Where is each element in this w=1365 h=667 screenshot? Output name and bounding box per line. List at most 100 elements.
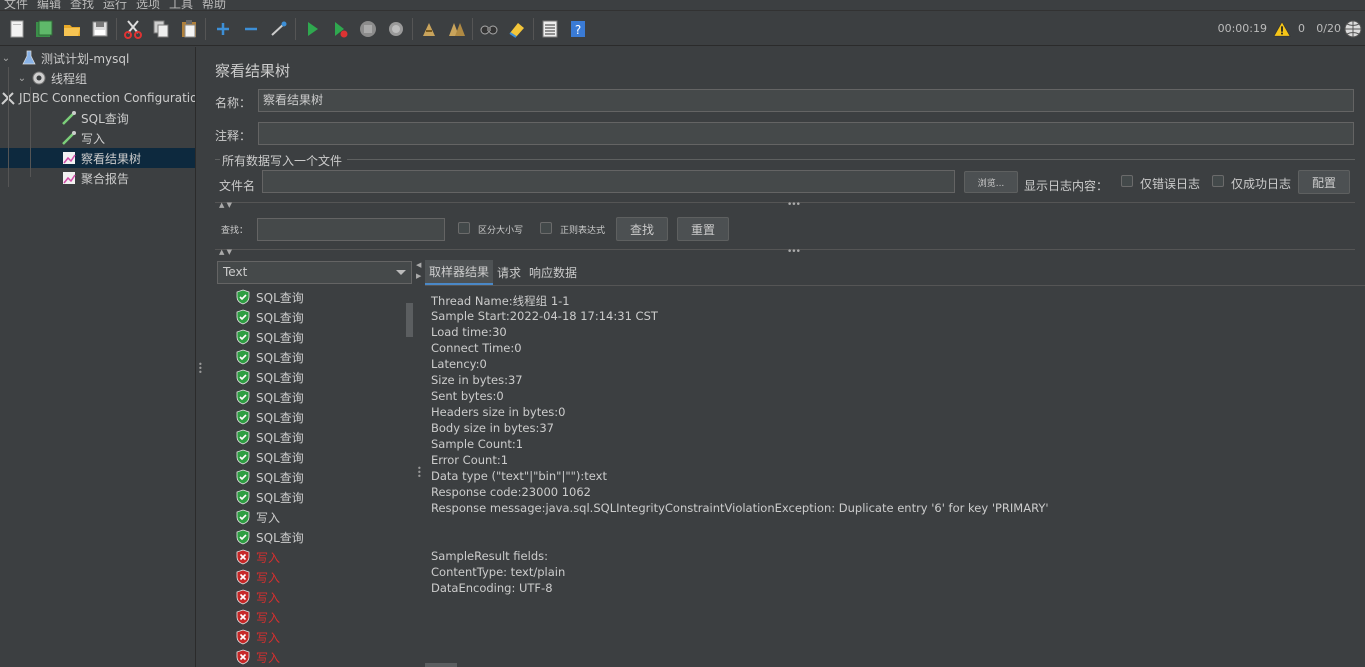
tab-request[interactable]: 请求 <box>493 260 525 285</box>
new-icon[interactable] <box>6 18 28 40</box>
result-item[interactable]: SQL查询 <box>235 387 304 407</box>
result-item-label: 写入 <box>256 570 281 585</box>
result-item[interactable]: SQL查询 <box>235 287 304 307</box>
result-item[interactable]: SQL查询 <box>235 347 304 367</box>
result-item[interactable]: SQL查询 <box>235 407 304 427</box>
case-sensitive-label: 区分大小写 <box>478 226 524 236</box>
reset-button[interactable]: 重置 <box>677 217 729 241</box>
result-item[interactable]: 写入 <box>235 647 280 667</box>
search-icon[interactable] <box>478 18 500 40</box>
chevron-down-icon[interactable]: ⌄ <box>16 73 28 84</box>
browse-button[interactable]: 浏览... <box>964 171 1018 193</box>
menu-edit[interactable]: 编辑 <box>37 0 61 10</box>
result-item[interactable]: 写入 <box>235 567 280 587</box>
copy-icon[interactable] <box>150 18 172 40</box>
start-icon[interactable] <box>301 18 323 40</box>
menu-tools[interactable]: 工具 <box>169 0 193 10</box>
test-plan-tree: ⌄ 测试计划-mysql ⌄ 线程组 JDBC Connection Confi… <box>0 47 196 667</box>
result-item[interactable]: SQL查询 <box>235 427 304 447</box>
result-item-label: SQL查询 <box>256 330 304 345</box>
menu-run[interactable]: 运行 <box>103 0 127 10</box>
result-item[interactable]: 写入 <box>235 547 280 567</box>
result-item[interactable]: 写入 <box>235 607 280 627</box>
find-button[interactable]: 查找 <box>616 217 668 241</box>
remote-globe-icon[interactable] <box>1343 19 1363 39</box>
open-icon[interactable] <box>61 18 83 40</box>
detail-line: Thread Name:线程组 1-1 <box>431 294 570 308</box>
menu-options[interactable]: 选项 <box>136 0 160 10</box>
case-sensitive-checkbox[interactable] <box>458 222 470 234</box>
results-detail-splitter[interactable]: ◀ ▶ • • • <box>415 257 424 667</box>
templates-icon[interactable] <box>33 18 55 40</box>
result-item[interactable]: 写入 <box>235 507 280 527</box>
result-item-label: 写入 <box>256 550 281 565</box>
collapse-icon[interactable] <box>240 18 262 40</box>
top-collapse-bar[interactable]: ▲ ▼ ••• <box>215 200 1355 211</box>
main-splitter[interactable]: • • • <box>196 47 205 667</box>
error-shield-icon <box>235 629 251 645</box>
stop-icon[interactable] <box>357 18 379 40</box>
clear-all-icon[interactable] <box>446 18 468 40</box>
result-item[interactable]: SQL查询 <box>235 487 304 507</box>
result-item[interactable]: 写入 <box>235 627 280 647</box>
paste-icon[interactable] <box>178 18 200 40</box>
menu-search[interactable]: 查找 <box>70 0 94 10</box>
result-item-label: 写入 <box>256 510 281 525</box>
configure-button[interactable]: 配置 <box>1298 170 1350 194</box>
result-item[interactable]: 写入 <box>235 587 280 607</box>
middle-collapse-bar[interactable]: ▲ ▼ ••• <box>215 247 1355 258</box>
warning-icon[interactable] <box>1273 20 1291 38</box>
detail-line: Response code:23000 1062 <box>431 485 592 499</box>
tab-sampler-result[interactable]: 取样器结果 <box>425 260 494 285</box>
comment-input[interactable] <box>258 122 1354 145</box>
result-item-label: SQL查询 <box>256 290 304 305</box>
toolbar: ? 00:00:19 0 0/20 <box>0 12 1365 46</box>
detail-line: Error Count:1 <box>431 453 509 467</box>
tab-response-data[interactable]: 响应数据 <box>525 260 581 285</box>
result-item[interactable]: SQL查询 <box>235 447 304 467</box>
result-item-label: 写入 <box>256 610 281 625</box>
detail-line: Connect Time:0 <box>431 341 522 355</box>
filename-input[interactable] <box>262 170 955 193</box>
result-item[interactable]: SQL查询 <box>235 367 304 387</box>
start-no-pause-icon[interactable] <box>329 18 351 40</box>
sampler-result-text: Thread Name:线程组 1-1 Sample Start:2022-04-… <box>425 285 1365 667</box>
cut-icon[interactable] <box>122 18 144 40</box>
success-only-checkbox[interactable] <box>1212 175 1224 187</box>
function-helper-icon[interactable] <box>539 18 561 40</box>
detail-line: SampleResult fields: <box>431 549 548 563</box>
filename-label: 文件名 <box>219 179 256 193</box>
help-icon[interactable]: ? <box>567 18 589 40</box>
chevron-down-icon[interactable]: ⌄ <box>0 53 12 64</box>
clear-icon[interactable] <box>418 18 440 40</box>
errors-only-checkbox[interactable] <box>1121 175 1133 187</box>
detail-hscroll-thumb[interactable] <box>425 663 457 667</box>
search-input[interactable] <box>257 218 445 241</box>
renderer-select[interactable]: Text <box>217 261 412 284</box>
pipette-icon <box>60 129 78 147</box>
name-input[interactable]: 察看结果树 <box>258 89 1354 112</box>
result-item[interactable]: SQL查询 <box>235 327 304 347</box>
toggle-icon[interactable] <box>268 18 290 40</box>
menu-help[interactable]: 帮助 <box>202 0 226 10</box>
result-item[interactable]: SQL查询 <box>235 307 304 327</box>
result-item[interactable]: SQL查询 <box>235 527 304 547</box>
save-icon[interactable] <box>89 18 111 40</box>
reset-search-icon[interactable] <box>506 18 528 40</box>
log-content-label: 显示日志内容： <box>1024 179 1109 193</box>
svg-text:?: ? <box>575 23 581 37</box>
results-scrollbar[interactable] <box>405 287 414 667</box>
expand-icon[interactable] <box>212 18 234 40</box>
menu-bar: 文件 编辑 查找 运行 选项 工具 帮助 <box>0 0 1365 11</box>
comment-label: 注释： <box>215 129 252 143</box>
detail-line: Response message:java.sql.SQLIntegrityCo… <box>431 501 1049 515</box>
result-item[interactable]: SQL查询 <box>235 467 304 487</box>
success-shield-icon <box>235 449 251 465</box>
tree-item-thread-group[interactable]: ⌄ 线程组 <box>0 68 195 88</box>
view-results-tree-panel: 察看结果树 名称： 察看结果树 注释： 所有数据写入一个文件 文件名 浏览...… <box>205 47 1365 667</box>
tree-item-test-plan[interactable]: ⌄ 测试计划-mysql <box>0 48 195 68</box>
detail-line: DataEncoding: UTF-8 <box>431 581 553 595</box>
regex-checkbox[interactable] <box>540 222 552 234</box>
menu-file[interactable]: 文件 <box>4 0 28 10</box>
shutdown-icon[interactable] <box>385 18 407 40</box>
